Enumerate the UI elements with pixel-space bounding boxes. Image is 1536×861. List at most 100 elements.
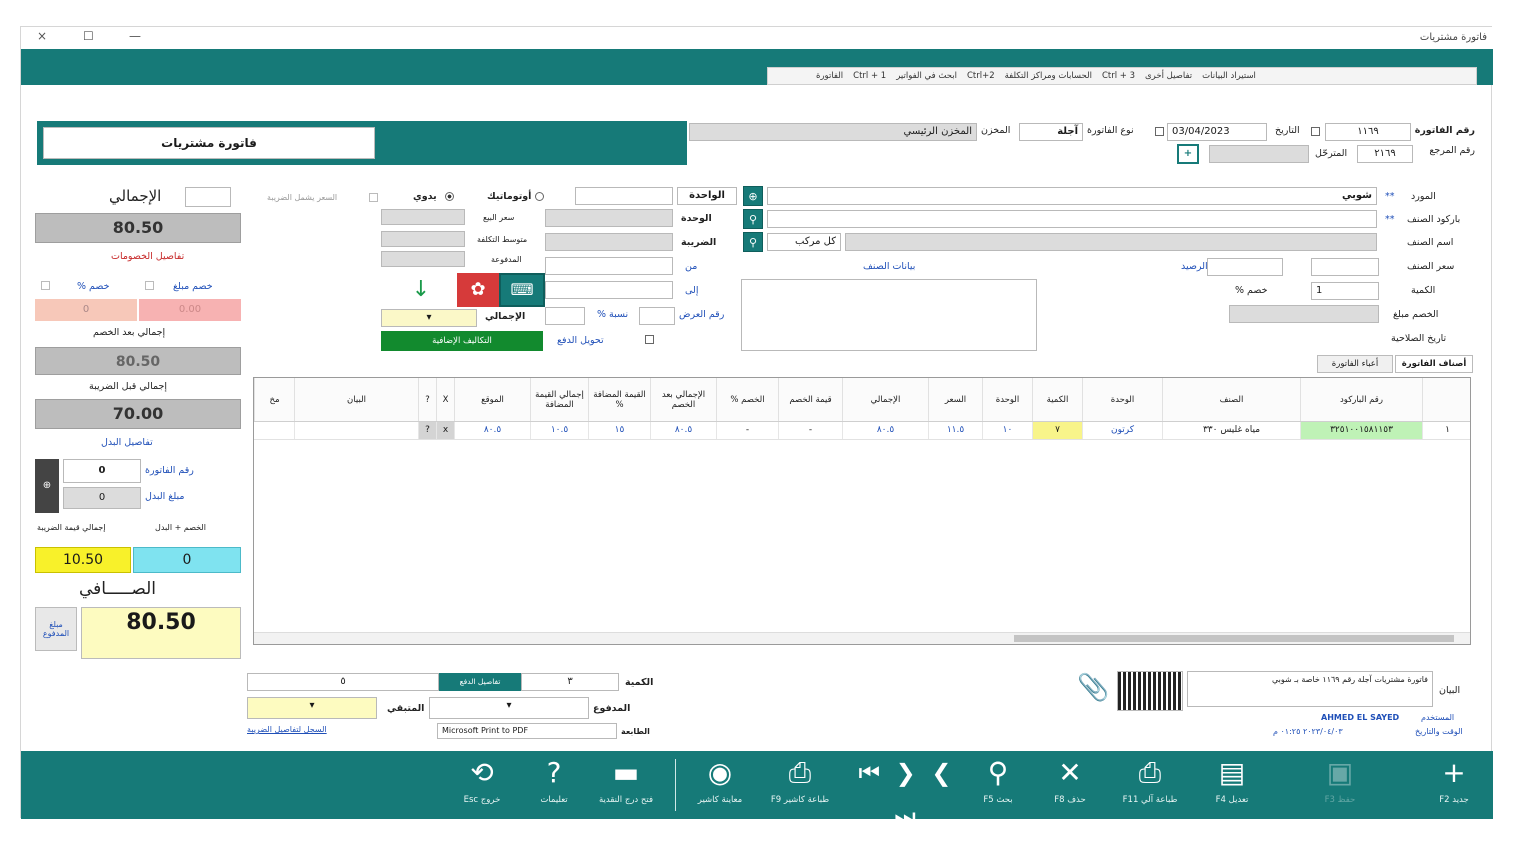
search-button[interactable]: ⚲ بحث F5 <box>963 751 1033 819</box>
table-row[interactable]: ١ ٣٢٥١٠٠١٥٨١١٥٣ مياه غليس ٣٣٠ كرتون ٧ ١٠… <box>254 422 1470 440</box>
paid-amount-field[interactable]: ▾ <box>429 697 589 719</box>
col-unit-qty[interactable]: الوحدة <box>982 378 1032 421</box>
tab-invoice-charges[interactable]: أعباء الفاتورة <box>1317 355 1393 373</box>
col-after-disc[interactable]: الإجمالي بعد الخصم <box>650 378 716 421</box>
printer-select[interactable]: Microsoft Print to PDF <box>437 723 617 739</box>
discount-amount-field[interactable]: 0.00 <box>139 299 241 321</box>
payment-details-button[interactable]: تفاصيل الدفع <box>439 673 521 691</box>
tab-other-details[interactable]: تفاصيل أخرى <box>1145 71 1192 81</box>
discount-amount-field[interactable] <box>1229 305 1379 323</box>
paid-amount-button[interactable]: مبلغ المدفوع <box>35 607 77 651</box>
attachment-icon[interactable]: 📎 <box>1077 673 1109 711</box>
avg-cost-input[interactable] <box>381 231 465 247</box>
tab-search-invoices[interactable]: ابحث في الفواتير <box>896 71 957 81</box>
tax-search-icon[interactable]: ⚲ <box>743 232 763 252</box>
col-q[interactable]: ? <box>418 378 436 421</box>
close-icon[interactable]: × <box>37 29 47 43</box>
help-button[interactable]: ? تعليمات <box>519 751 589 819</box>
qty-field[interactable]: 1 <box>1311 282 1379 300</box>
col-extra[interactable]: مخ <box>254 378 294 421</box>
cell-qty[interactable]: ٧ <box>1032 422 1082 439</box>
row-delete-icon[interactable]: x <box>436 422 454 439</box>
auto-payment-checkbox[interactable] <box>645 335 654 344</box>
pct-field[interactable] <box>545 307 585 325</box>
tax-details-link[interactable]: السجل لتفاصيل الضريبة <box>247 725 327 734</box>
cell-item[interactable]: مياه غليس ٣٣٠ <box>1162 422 1300 439</box>
notes-textarea[interactable] <box>741 279 1037 351</box>
delete-item-icon[interactable]: ✿ <box>457 273 499 307</box>
tax-select[interactable]: كل مركب <box>767 233 841 251</box>
cell-price[interactable]: ١١.٥ <box>928 422 982 439</box>
invoice-type-select[interactable]: آجلة <box>1019 123 1083 141</box>
col-barcode[interactable]: رقم الباركود <box>1300 378 1422 421</box>
grid-hscrollbar[interactable] <box>254 632 1470 644</box>
return-lookup-icon[interactable]: ⊕ <box>35 459 59 513</box>
col-statement[interactable]: البيان <box>294 378 418 421</box>
cell-disc-pct[interactable]: - <box>716 422 778 439</box>
cell-disc-value[interactable]: - <box>778 422 842 439</box>
maximize-icon[interactable]: ☐ <box>83 29 94 43</box>
total-select[interactable]: ▾ <box>381 309 477 327</box>
tab-invoice[interactable]: الفاتورة <box>816 71 843 81</box>
col-vat-pct[interactable]: القيمة المضافة % <box>588 378 650 421</box>
tab-shortcut-1[interactable]: Ctrl + 1 <box>853 71 886 81</box>
nav-arrows-icon[interactable]: ⏮ ❯ ❮ ⏭ <box>845 751 969 831</box>
unit-field[interactable]: الواحدة <box>677 187 737 205</box>
price-select[interactable] <box>575 187 673 205</box>
unit-search-icon[interactable]: ⚲ <box>743 209 763 229</box>
statement-field[interactable]: فاتورة مشتريات آجلة رقم ١١٦٩ خاصة بـ شوب… <box>1187 671 1433 707</box>
col-location[interactable]: الموقع <box>454 378 530 421</box>
arrow-down-icon[interactable]: ↓ <box>399 273 443 307</box>
col-total[interactable]: الإجمالي <box>842 378 928 421</box>
add-icon[interactable]: + <box>1177 144 1199 164</box>
display-no-field[interactable] <box>639 307 675 325</box>
save-button[interactable]: ▣ حفظ F3 <box>1305 751 1375 819</box>
keyboard-icon[interactable]: ⌨ <box>499 273 545 307</box>
cash-drawer-button[interactable]: ▬ فتح درج النقدية <box>591 751 661 819</box>
supplier-lookup-icon[interactable]: ⊕ <box>743 186 763 206</box>
date-field[interactable]: 03/04/2023 <box>1167 123 1267 141</box>
return-invoice-field[interactable]: 0 <box>63 459 141 483</box>
grid-hscroll-thumb[interactable] <box>1014 635 1454 642</box>
extra-costs-button[interactable]: التكاليف الإضافية <box>381 331 543 351</box>
item-price-field[interactable] <box>1311 258 1379 276</box>
sale-price-input[interactable] <box>381 209 465 225</box>
col-disc-value[interactable]: قيمة الخصم <box>778 378 842 421</box>
cell-unit-qty[interactable]: ١٠ <box>982 422 1032 439</box>
delete-button[interactable]: ✕ حذف F8 <box>1035 751 1105 819</box>
date-checkbox[interactable] <box>1311 127 1320 136</box>
tab-invoice-items[interactable]: أصناف الفاتورة <box>1395 355 1473 373</box>
tab-import-data[interactable]: استيراد البيانات <box>1202 71 1256 81</box>
ref-field[interactable]: ٢١٦٩ <box>1357 145 1413 163</box>
auto-print-button[interactable]: ⎙ طباعة آلي F11 <box>1115 751 1185 819</box>
col-item[interactable]: الصنف <box>1162 378 1300 421</box>
minimize-icon[interactable]: — <box>129 29 141 43</box>
col-price[interactable]: السعر <box>928 378 982 421</box>
invoice-no-field[interactable]: ١١٦٩ <box>1325 123 1411 141</box>
tab-shortcut-3[interactable]: Ctrl + 3 <box>1102 71 1135 81</box>
cashier-print-button[interactable]: ⎙ طباعة كاشير F9 <box>765 751 835 819</box>
warehouse-select[interactable]: المخزن الرئيسي <box>689 123 977 141</box>
tab-shortcut-2[interactable]: Ctrl+2 <box>967 71 995 81</box>
cell-unit[interactable]: كرتون <box>1082 422 1162 439</box>
price-includes-tax-checkbox[interactable] <box>369 193 378 202</box>
tab-accounts[interactable]: الحسابات ومراكز التكلفة <box>1005 71 1092 81</box>
auto-radio[interactable] <box>535 192 544 201</box>
paid-input[interactable] <box>381 251 465 267</box>
cell-barcode[interactable]: ٣٢٥١٠٠١٥٨١١٥٣ <box>1300 422 1422 439</box>
barcode-field[interactable] <box>767 210 1377 228</box>
discount-amount-checkbox[interactable] <box>145 281 154 290</box>
discount-pct-checkbox[interactable] <box>41 281 50 290</box>
col-disc-pct[interactable]: الخصم % <box>716 378 778 421</box>
cashier-preview-button[interactable]: ◉ معاينة كاشير <box>685 751 755 819</box>
cell-statement[interactable] <box>294 422 418 439</box>
item-name-field[interactable] <box>845 233 1377 251</box>
supplier-field[interactable]: شوبي <box>767 187 1377 205</box>
col-unit[interactable]: الوحدة <box>1082 378 1162 421</box>
row-info-icon[interactable]: ? <box>418 422 436 439</box>
col-qty[interactable]: الكمية <box>1032 378 1082 421</box>
exit-button[interactable]: ⟲ خروج Esc <box>447 751 517 819</box>
edit-button[interactable]: ▤ تعديل F4 <box>1197 751 1267 819</box>
new-button[interactable]: + جديد F2 <box>1419 751 1489 819</box>
col-vat-total[interactable]: إجمالي القيمة المضافة <box>530 378 588 421</box>
